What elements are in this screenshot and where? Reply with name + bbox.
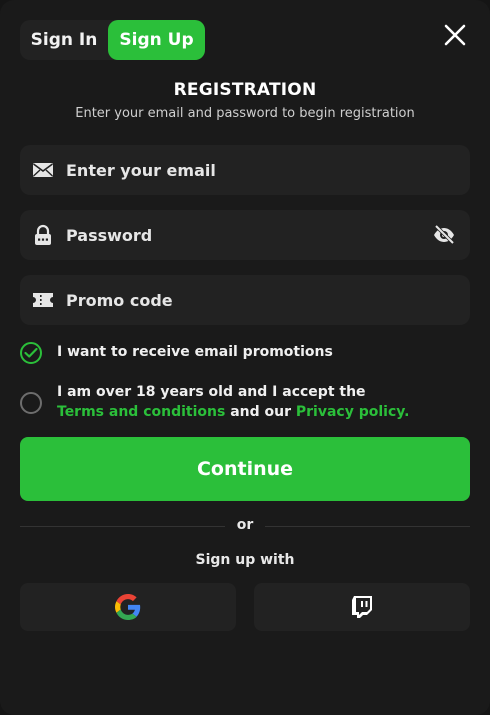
page-subtitle: Enter your email and password to begin r… (75, 106, 415, 121)
google-icon (115, 594, 141, 620)
password-input[interactable]: Password (66, 226, 432, 245)
promo-field[interactable]: Promo code (20, 275, 470, 325)
page-title: REGISTRATION (173, 80, 317, 100)
auth-tabs: Sign In Sign Up (20, 20, 205, 60)
promotions-row: I want to receive email promotions (20, 342, 470, 364)
email-input[interactable]: Enter your email (66, 161, 458, 180)
terms-link[interactable]: Terms and conditions (57, 404, 225, 420)
or-separator: or (236, 517, 254, 533)
terms-middle: and our (230, 404, 291, 420)
eye-off-icon[interactable] (432, 223, 456, 247)
ticket-icon (32, 289, 54, 311)
registration-modal: Sign In Sign Up REGISTRATION Enter your … (0, 0, 490, 715)
email-field[interactable]: Enter your email (20, 145, 470, 195)
promo-input[interactable]: Promo code (66, 291, 458, 310)
promotions-checkbox[interactable] (20, 342, 42, 364)
password-field[interactable]: Password (20, 210, 470, 260)
promotions-label: I want to receive email promotions (57, 344, 333, 360)
terms-checkbox[interactable] (20, 392, 42, 414)
privacy-link[interactable]: Privacy policy. (296, 404, 410, 420)
lock-icon (32, 224, 54, 246)
continue-button[interactable]: Continue (20, 437, 470, 501)
terms-prefix: I am over 18 years old and I accept the (57, 384, 366, 400)
google-signup-button[interactable] (20, 583, 236, 631)
close-icon[interactable] (442, 22, 468, 48)
check-icon (24, 347, 38, 358)
twitch-icon (352, 596, 372, 618)
signup-with-label: Sign up with (195, 552, 295, 568)
twitch-signup-button[interactable] (254, 583, 470, 631)
terms-label: I am over 18 years old and I accept the … (57, 382, 409, 422)
tab-sign-in[interactable]: Sign In (20, 20, 108, 60)
tab-sign-up[interactable]: Sign Up (108, 20, 205, 60)
envelope-icon (32, 159, 54, 181)
terms-row: I am over 18 years old and I accept the … (20, 382, 470, 422)
